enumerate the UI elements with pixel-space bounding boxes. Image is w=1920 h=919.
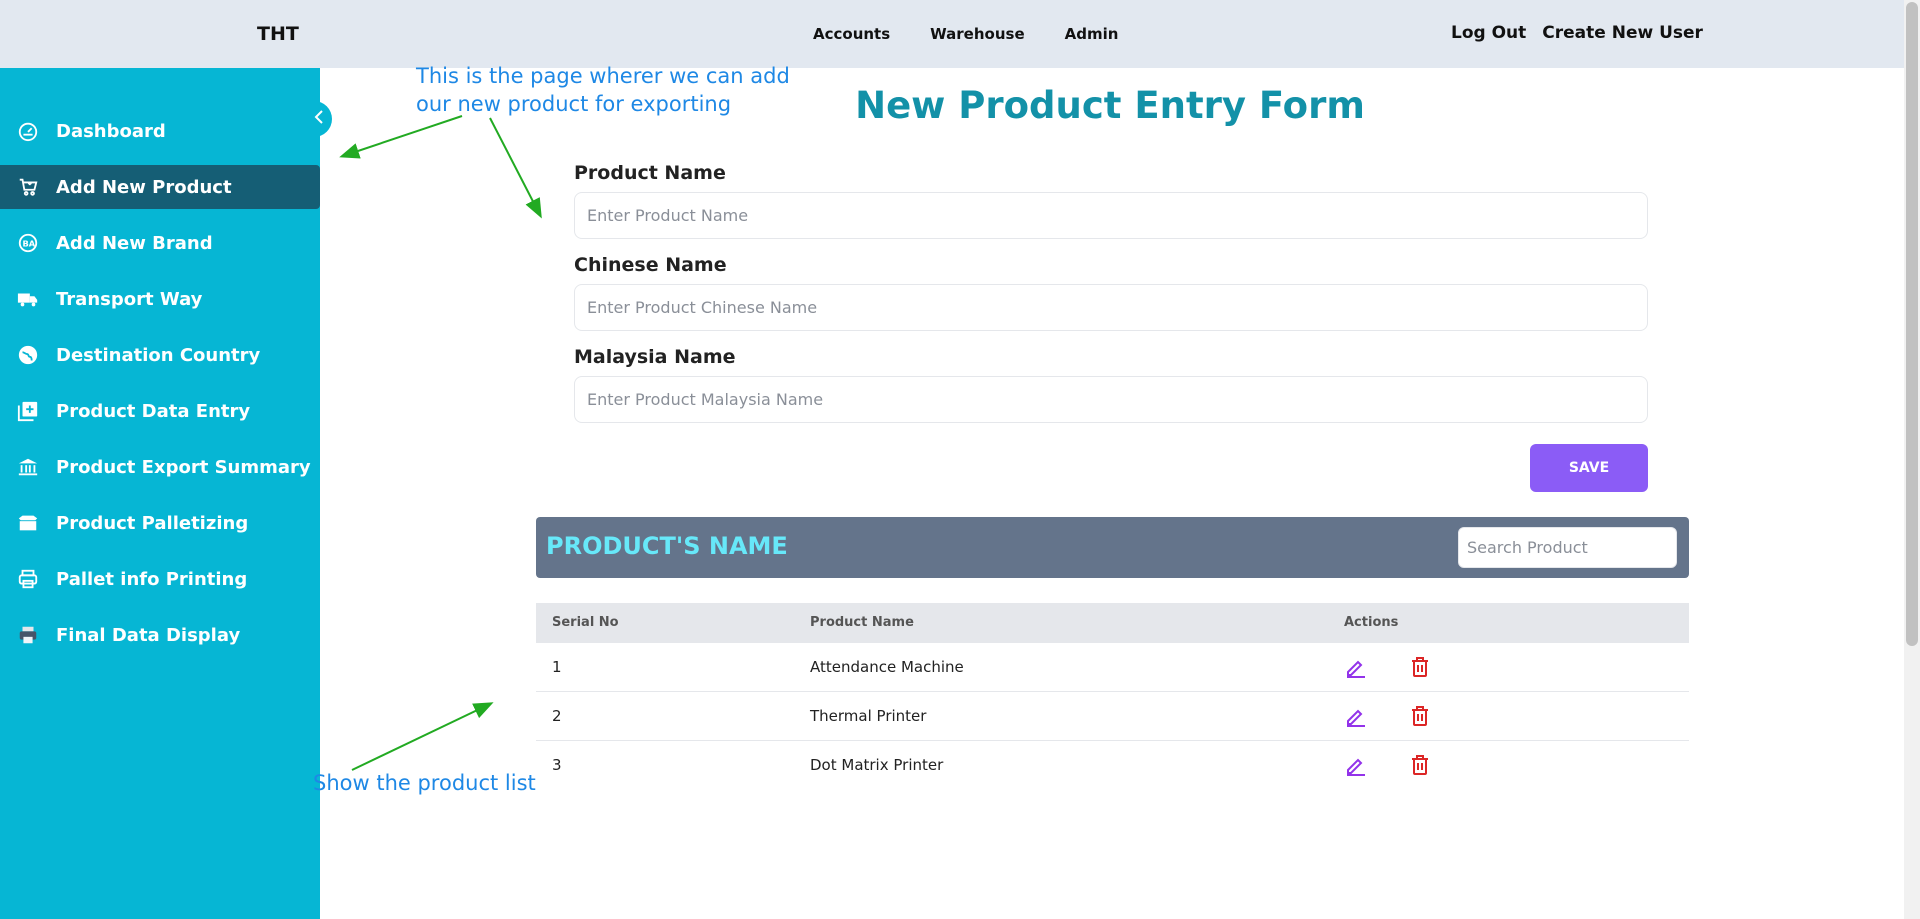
table-row: 3 Dot Matrix Printer — [536, 741, 1689, 790]
product-name-label: Product Name — [574, 162, 726, 184]
annotation-bottom: Show the product list — [313, 771, 536, 795]
sidebar-collapse-button[interactable] — [306, 101, 332, 137]
svg-text:BA: BA — [23, 239, 36, 249]
box-icon — [16, 511, 40, 535]
arrow-to-table — [351, 702, 494, 771]
product-list-header: PRODUCT'S NAME — [536, 517, 1689, 578]
sidebar-item-final-data-display[interactable]: Final Data Display — [0, 613, 320, 657]
malaysia-name-input[interactable] — [574, 376, 1648, 423]
arrow-to-sidebar — [339, 115, 463, 159]
delete-icon[interactable] — [1408, 753, 1432, 777]
annotation-top: This is the page wherer we can add our n… — [416, 62, 790, 118]
sidebar-item-label: Add New Brand — [56, 232, 213, 254]
sidebar-item-label: Product Export Summary — [56, 456, 311, 478]
printer-icon — [16, 567, 40, 591]
nav-admin[interactable]: Admin — [1065, 25, 1119, 43]
logout-link[interactable]: Log Out — [1451, 23, 1526, 43]
sidebar-item-add-new-brand[interactable]: BA Add New Brand — [0, 221, 320, 265]
chevron-left-icon — [313, 109, 325, 129]
bank-icon — [16, 455, 40, 479]
product-table: Serial No Product Name Actions 1 Attenda… — [536, 603, 1689, 790]
sidebar-item-label: Transport Way — [56, 288, 203, 310]
sidebar-item-label: Add New Product — [56, 176, 232, 198]
nav-accounts[interactable]: Accounts — [813, 25, 890, 43]
truck-icon — [16, 287, 40, 311]
sidebar-item-product-data-entry[interactable]: Product Data Entry — [0, 389, 320, 433]
table-row: 1 Attendance Machine — [536, 643, 1689, 692]
nav-warehouse[interactable]: Warehouse — [930, 25, 1024, 43]
row-serial: 3 — [552, 756, 562, 774]
user-actions: Log Out Create New User — [1451, 23, 1703, 43]
top-navbar: THT Accounts Warehouse Admin Log Out Cre… — [0, 0, 1904, 68]
sidebar-item-label: Pallet info Printing — [56, 568, 248, 590]
globe-icon — [16, 343, 40, 367]
brand-icon: BA — [16, 231, 40, 255]
edit-icon[interactable] — [1344, 753, 1368, 777]
table-row: 2 Thermal Printer — [536, 692, 1689, 741]
product-list-title: PRODUCT'S NAME — [546, 532, 788, 560]
library-add-icon — [16, 399, 40, 423]
sidebar: Dashboard Add New Product BA Add New Bra… — [0, 68, 320, 919]
search-product-input[interactable] — [1458, 527, 1677, 568]
delete-icon[interactable] — [1408, 655, 1432, 679]
delete-icon[interactable] — [1408, 704, 1432, 728]
arrow-to-form — [489, 117, 542, 219]
row-product-name: Thermal Printer — [810, 707, 927, 725]
brand-logo[interactable]: THT — [257, 23, 299, 45]
chinese-name-label: Chinese Name — [574, 254, 727, 276]
row-serial: 1 — [552, 658, 562, 676]
sidebar-item-destination-country[interactable]: Destination Country — [0, 333, 320, 377]
create-user-link[interactable]: Create New User — [1542, 23, 1703, 43]
page-title: New Product Entry Form — [855, 84, 1365, 127]
sidebar-item-dashboard[interactable]: Dashboard — [0, 109, 320, 153]
product-name-input[interactable] — [574, 192, 1648, 239]
table-header: Serial No Product Name Actions — [536, 603, 1689, 643]
sidebar-item-product-palletizing[interactable]: Product Palletizing — [0, 501, 320, 545]
sidebar-item-label: Product Data Entry — [56, 400, 251, 422]
column-product-name: Product Name — [810, 615, 914, 630]
printer-color-icon — [16, 623, 40, 647]
annotation-top-line2: our new product for exporting — [416, 92, 732, 116]
edit-icon[interactable] — [1344, 704, 1368, 728]
sidebar-item-label: Product Palletizing — [56, 512, 249, 534]
sidebar-item-label: Destination Country — [56, 344, 261, 366]
column-actions: Actions — [1344, 615, 1399, 630]
row-product-name: Attendance Machine — [810, 658, 964, 676]
scrollbar-thumb[interactable] — [1906, 2, 1918, 646]
row-product-name: Dot Matrix Printer — [810, 756, 944, 774]
sidebar-item-label: Final Data Display — [56, 624, 241, 646]
column-serial-no: Serial No — [552, 615, 619, 630]
top-nav: Accounts Warehouse Admin — [813, 25, 1118, 43]
cart-icon — [16, 175, 40, 199]
sidebar-item-transport-way[interactable]: Transport Way — [0, 277, 320, 321]
chinese-name-input[interactable] — [574, 284, 1648, 331]
sidebar-item-label: Dashboard — [56, 120, 166, 142]
annotation-top-line1: This is the page wherer we can add — [416, 64, 790, 88]
sidebar-item-product-export-summary[interactable]: Product Export Summary — [0, 445, 320, 489]
malaysia-name-label: Malaysia Name — [574, 346, 736, 368]
sidebar-item-add-new-product[interactable]: Add New Product — [0, 165, 320, 209]
save-button[interactable]: SAVE — [1530, 444, 1648, 492]
row-serial: 2 — [552, 707, 562, 725]
dashboard-icon — [16, 119, 40, 143]
sidebar-item-pallet-info-printing[interactable]: Pallet info Printing — [0, 557, 320, 601]
edit-icon[interactable] — [1344, 655, 1368, 679]
